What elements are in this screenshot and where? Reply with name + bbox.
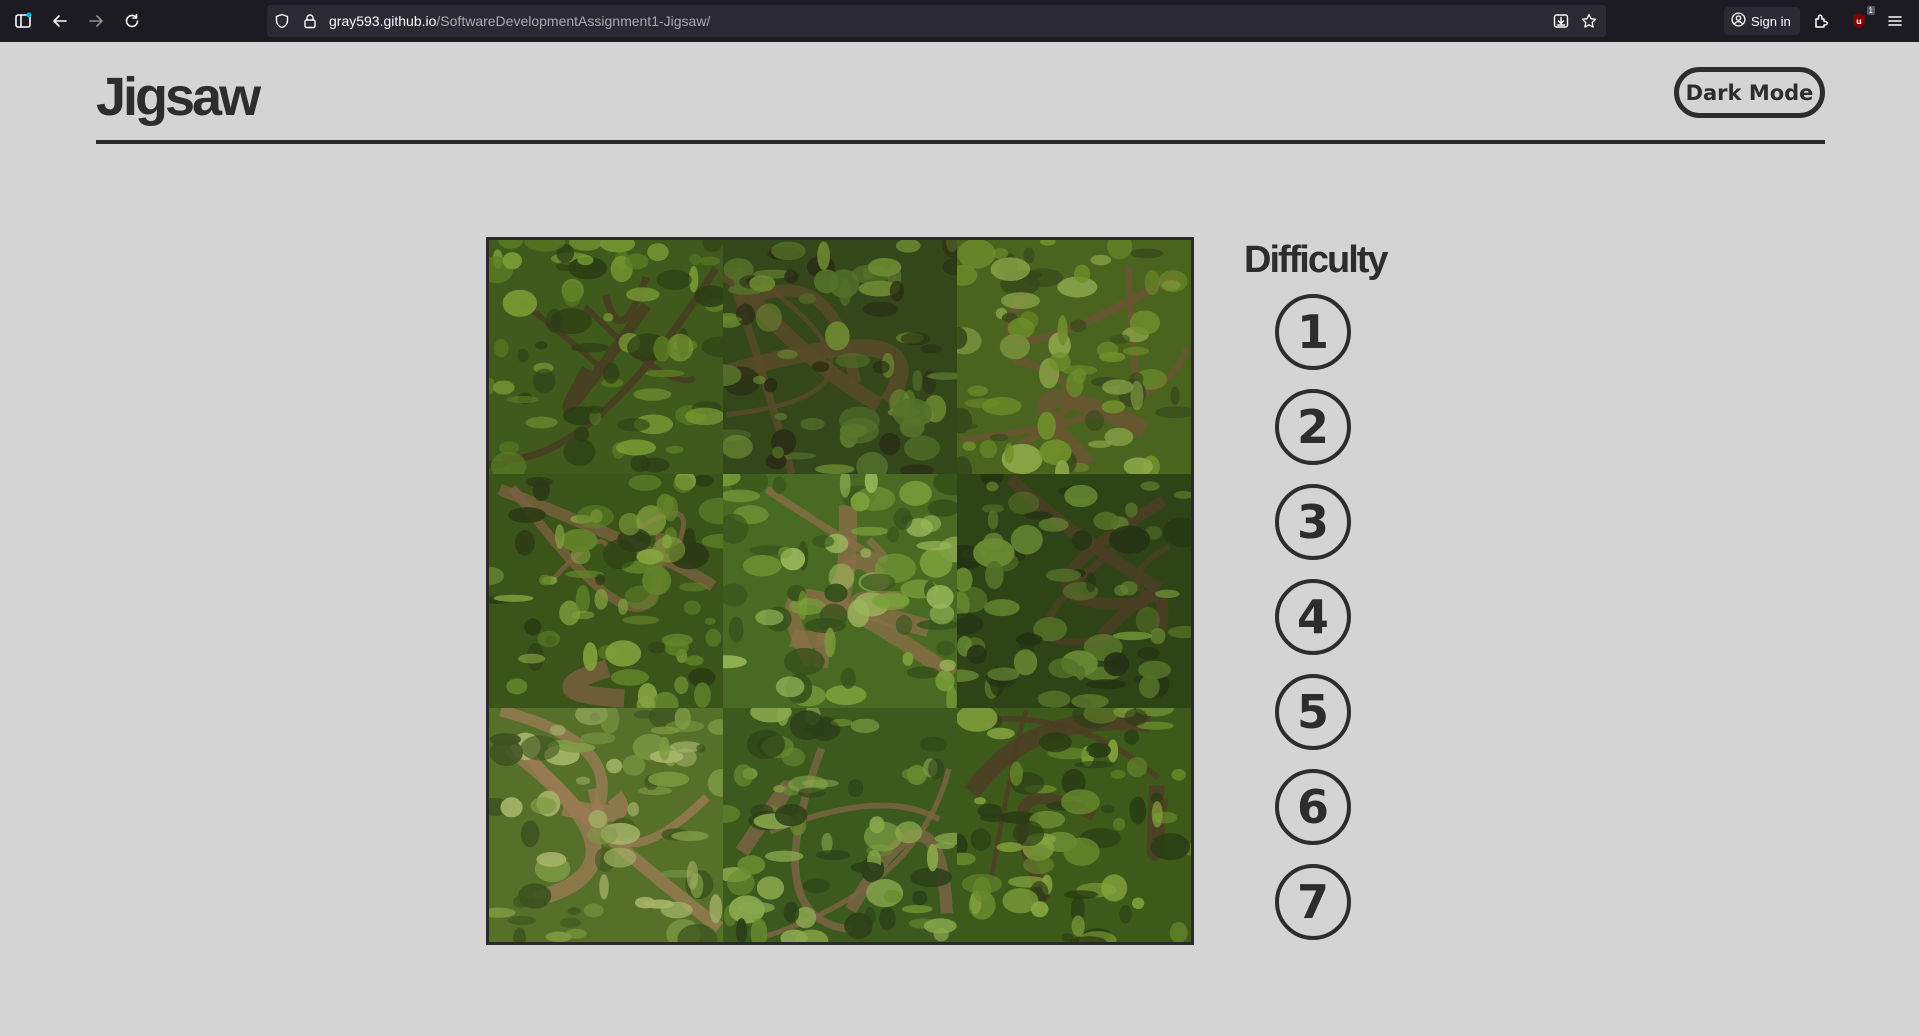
puzzle-tile-5[interactable] bbox=[723, 474, 957, 708]
puzzle-tile-4[interactable] bbox=[489, 474, 723, 708]
menu-icon[interactable] bbox=[1883, 9, 1907, 33]
extensions-icon[interactable] bbox=[1809, 9, 1833, 33]
difficulty-button-5[interactable]: 5 bbox=[1275, 674, 1351, 750]
puzzle-tile-8[interactable] bbox=[723, 708, 957, 942]
extension-badge: 1 bbox=[1866, 6, 1875, 15]
sign-in-button[interactable]: Sign in bbox=[1724, 7, 1800, 35]
difficulty-button-4[interactable]: 4 bbox=[1275, 579, 1351, 655]
url-text[interactable]: gray593.github.io/SoftwareDevelopmentAss… bbox=[329, 5, 710, 37]
browser-toolbar: gray593.github.io/SoftwareDevelopmentAss… bbox=[0, 0, 1919, 42]
url-host: gray593.github.io bbox=[329, 13, 437, 29]
puzzle-tile-1[interactable] bbox=[489, 240, 723, 474]
page-header: Jigsaw Dark Mode bbox=[96, 64, 1825, 144]
puzzle-tile-3[interactable] bbox=[957, 240, 1191, 474]
difficulty-button-2[interactable]: 2 bbox=[1275, 389, 1351, 465]
shield-icon[interactable] bbox=[272, 11, 292, 31]
star-icon[interactable] bbox=[1579, 11, 1599, 31]
reload-icon[interactable] bbox=[120, 9, 144, 33]
back-icon[interactable] bbox=[48, 9, 72, 33]
sidebar-icon[interactable] bbox=[11, 9, 35, 33]
url-path: /SoftwareDevelopmentAssignment1-Jigsaw/ bbox=[436, 13, 711, 29]
sign-in-label: Sign in bbox=[1751, 13, 1791, 29]
lock-icon[interactable] bbox=[300, 11, 320, 31]
url-bar[interactable]: gray593.github.io/SoftwareDevelopmentAss… bbox=[267, 5, 1606, 37]
puzzle-tile-7[interactable] bbox=[489, 708, 723, 942]
difficulty-title: Difficulty bbox=[1244, 239, 1389, 281]
account-icon bbox=[1731, 12, 1746, 30]
ublock-icon[interactable]: u 1 bbox=[1847, 6, 1875, 33]
puzzle-tile-2[interactable] bbox=[723, 240, 957, 474]
forward-icon[interactable] bbox=[84, 9, 108, 33]
difficulty-button-7[interactable]: 7 bbox=[1275, 864, 1351, 940]
puzzle-board bbox=[486, 237, 1194, 945]
dark-mode-button[interactable]: Dark Mode bbox=[1674, 67, 1825, 118]
svg-text:u: u bbox=[1856, 17, 1862, 26]
page-title: Jigsaw bbox=[96, 67, 261, 127]
difficulty-button-3[interactable]: 3 bbox=[1275, 484, 1351, 560]
difficulty-button-6[interactable]: 6 bbox=[1275, 769, 1351, 845]
puzzle-tile-9[interactable] bbox=[957, 708, 1191, 942]
difficulty-button-1[interactable]: 1 bbox=[1275, 294, 1351, 370]
save-to-pocket-icon[interactable] bbox=[1551, 11, 1571, 31]
puzzle-tile-6[interactable] bbox=[957, 474, 1191, 708]
